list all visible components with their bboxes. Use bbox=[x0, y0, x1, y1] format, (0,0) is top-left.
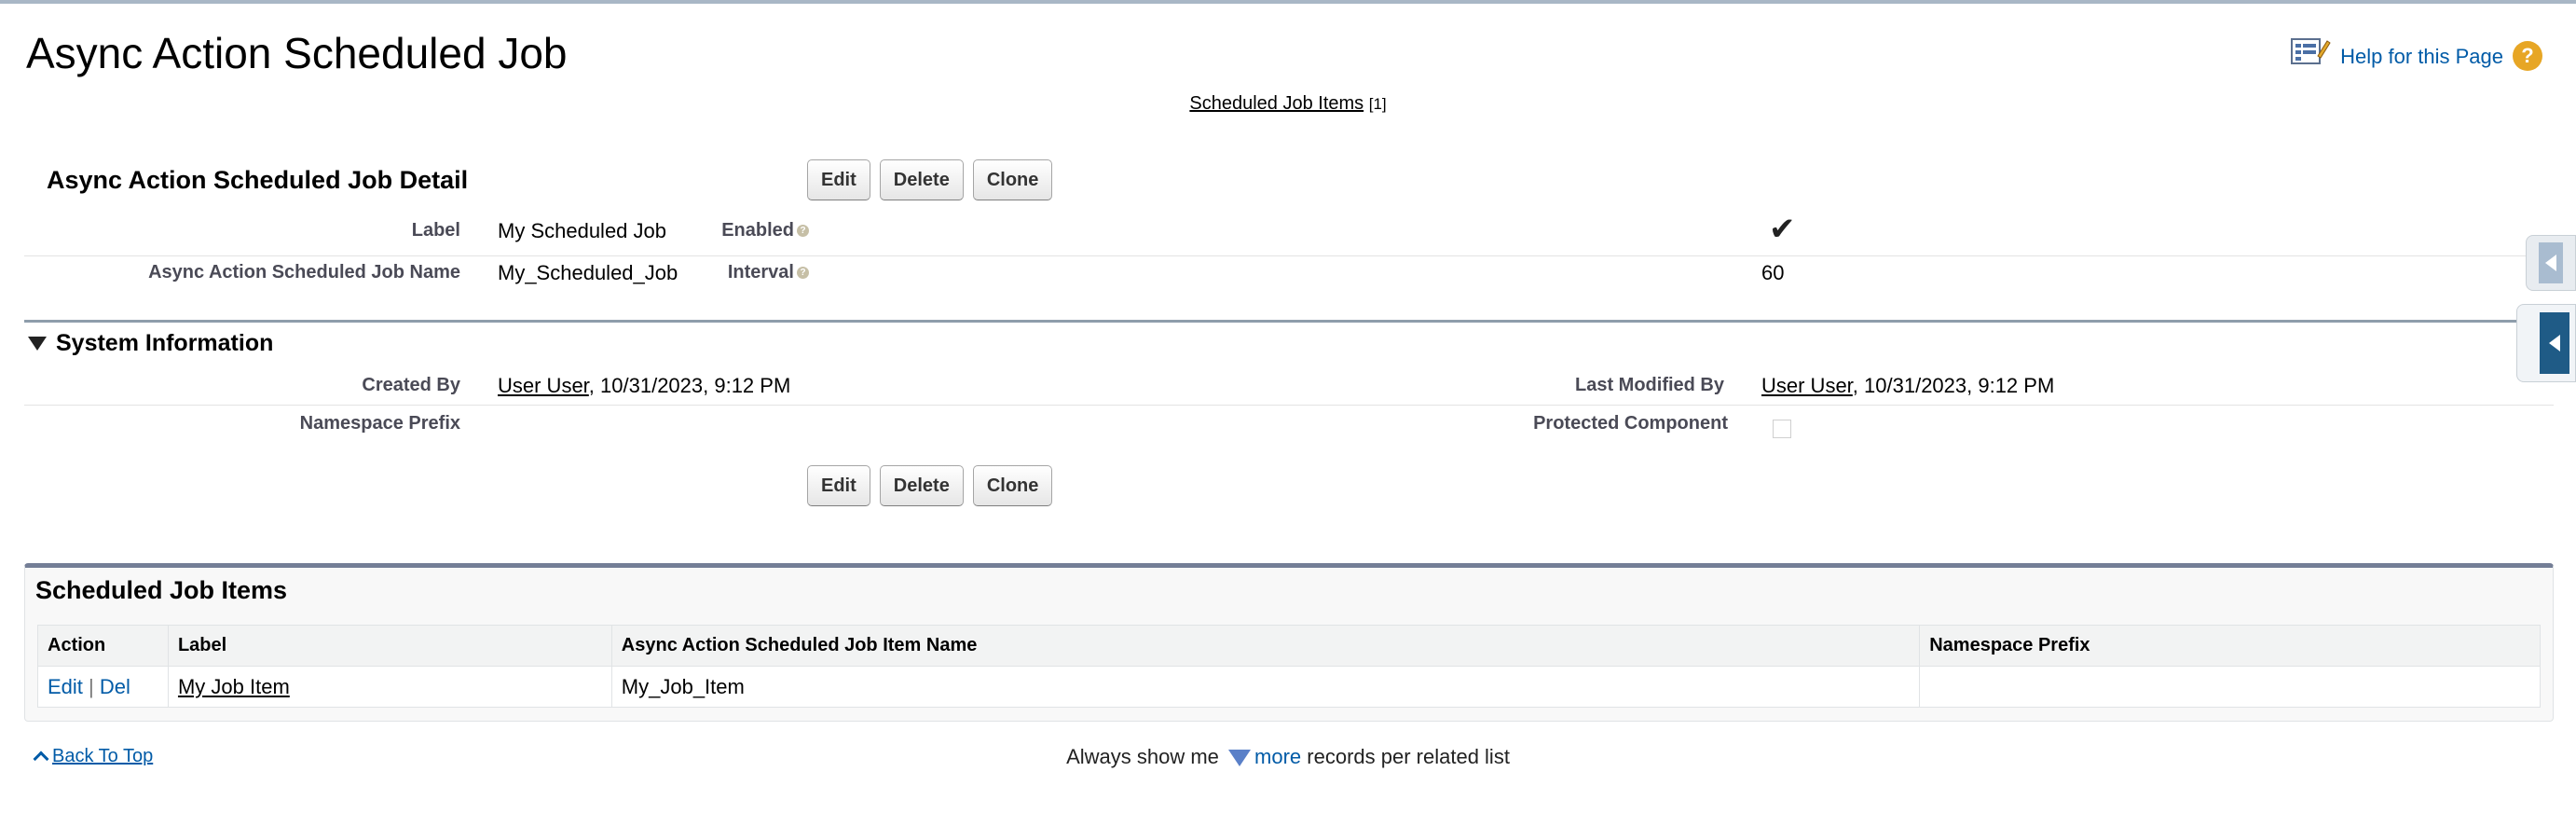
related-list-links: Scheduled Job Items [1] bbox=[0, 93, 2576, 115]
last-modified-user-link[interactable]: User User bbox=[1761, 374, 1853, 397]
action-separator: | bbox=[82, 674, 100, 698]
top-accent-line bbox=[0, 0, 2576, 4]
row-edit-link[interactable]: Edit bbox=[48, 675, 83, 698]
detail-buttons-bottom: Edit Delete Clone bbox=[807, 465, 1053, 506]
triangle-down-icon bbox=[28, 337, 47, 351]
enabled-label-text: Enabled bbox=[721, 220, 794, 241]
detail-buttons-top: Edit Delete Clone bbox=[807, 159, 1053, 200]
sidebar-tab-inner bbox=[2540, 312, 2569, 374]
page-title: Async Action Scheduled Job bbox=[26, 29, 568, 77]
row-label-cell: My Job Item bbox=[167, 666, 612, 708]
show-more-triangle-icon[interactable] bbox=[1228, 750, 1252, 767]
sidebar-tab-inner bbox=[2539, 242, 2563, 283]
clone-button[interactable]: Clone bbox=[972, 159, 1053, 200]
interval-field-value: 60 bbox=[1761, 261, 1785, 284]
delete-button[interactable]: Delete bbox=[879, 465, 964, 506]
created-by-label: Created By bbox=[362, 375, 460, 395]
enabled-field-label: Enabled? bbox=[721, 220, 809, 241]
always-show-prefix: Always show me bbox=[1066, 745, 1219, 768]
row-item-name-cell: My_Job_Item bbox=[610, 666, 1921, 708]
column-header-label[interactable]: Label bbox=[167, 625, 612, 667]
row-actions: Edit | Del bbox=[37, 666, 169, 708]
sidebar-collapse-tab[interactable] bbox=[2526, 235, 2576, 291]
records-per-list-control: Always show me more records per related … bbox=[0, 745, 2576, 769]
system-info-section-bar bbox=[24, 320, 2554, 323]
protected-component-checkbox bbox=[1773, 420, 1791, 438]
info-icon: ? bbox=[797, 267, 809, 280]
protected-component-label: Protected Component bbox=[1533, 413, 1728, 434]
label-field-label: Label bbox=[411, 220, 460, 241]
last-modified-by-label: Last Modified By bbox=[1574, 375, 1724, 395]
help-document-icon bbox=[2290, 35, 2331, 69]
interval-label-text: Interval bbox=[727, 262, 794, 282]
arrow-left-icon bbox=[2549, 335, 2560, 351]
help-for-this-page-link[interactable]: Help for this Page bbox=[2340, 45, 2503, 69]
enabled-checkmark-icon: ✔ bbox=[1769, 212, 1796, 247]
edit-button[interactable]: Edit bbox=[807, 159, 870, 200]
name-field-label: Async Action Scheduled Job Name bbox=[148, 262, 460, 282]
field-divider bbox=[24, 255, 2554, 256]
more-records-link[interactable]: more bbox=[1254, 745, 1301, 768]
created-by-value: User User, 10/31/2023, 9:12 PM bbox=[498, 374, 790, 398]
row-delete-link[interactable]: Del bbox=[100, 675, 130, 698]
name-field-value: My_Scheduled_Job bbox=[498, 261, 678, 284]
related-list-table: Action Label Async Action Scheduled Job … bbox=[37, 625, 2541, 708]
field-divider bbox=[24, 405, 2554, 406]
created-by-user-link[interactable]: User User bbox=[498, 374, 589, 397]
job-item-link[interactable]: My Job Item bbox=[178, 675, 290, 698]
table-row: Edit | Del My Job Item My_Job_Item bbox=[37, 666, 2541, 708]
column-header-action: Action bbox=[37, 625, 169, 667]
table-header-row: Action Label Async Action Scheduled Job … bbox=[37, 625, 2541, 667]
delete-button[interactable]: Delete bbox=[879, 159, 964, 200]
help-question-icon[interactable]: ? bbox=[2513, 41, 2542, 71]
scheduled-job-items-link[interactable]: Scheduled Job Items bbox=[1189, 93, 1363, 114]
info-icon: ? bbox=[797, 225, 809, 238]
namespace-prefix-label: Namespace Prefix bbox=[299, 413, 460, 434]
system-info-title: System Information bbox=[56, 330, 274, 356]
last-modified-date: , 10/31/2023, 9:12 PM bbox=[1852, 374, 2055, 397]
clone-button[interactable]: Clone bbox=[972, 465, 1053, 506]
arrow-left-icon bbox=[2545, 255, 2556, 271]
label-field-value: My Scheduled Job bbox=[498, 219, 666, 242]
system-info-toggle[interactable]: System Information bbox=[28, 330, 273, 357]
always-show-suffix: records per related list bbox=[1307, 745, 1510, 768]
detail-section-title: Async Action Scheduled Job Detail bbox=[47, 166, 469, 194]
interval-field-label: Interval? bbox=[728, 262, 809, 283]
last-modified-by-value: User User, 10/31/2023, 9:12 PM bbox=[1761, 374, 2054, 398]
related-list-title: Scheduled Job Items bbox=[35, 576, 288, 604]
edit-button[interactable]: Edit bbox=[807, 465, 870, 506]
scheduled-job-items-count: [1] bbox=[1368, 95, 1387, 113]
created-by-date: , 10/31/2023, 9:12 PM bbox=[588, 374, 791, 397]
column-header-item-name[interactable]: Async Action Scheduled Job Item Name bbox=[610, 625, 1921, 667]
sidebar-expand-tab[interactable] bbox=[2516, 304, 2576, 382]
row-namespace-cell bbox=[1919, 666, 2541, 708]
column-header-namespace-prefix[interactable]: Namespace Prefix bbox=[1919, 625, 2541, 667]
help-area: Help for this Page ? bbox=[2290, 34, 2542, 71]
